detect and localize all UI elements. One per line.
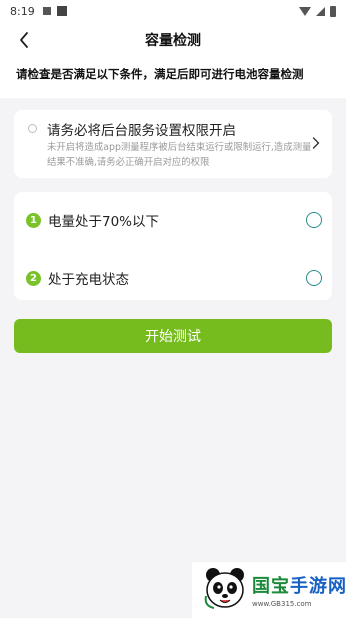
back-button[interactable] xyxy=(14,30,34,50)
permission-title: 请务必将后台服务设置权限开启 xyxy=(47,123,236,139)
condition-number-badge: 1 xyxy=(26,212,41,228)
watermark-logo: 国宝手游网 www.GB315.com xyxy=(192,562,346,618)
permission-card[interactable]: 请务必将后台服务设置权限开启 未开启将造成app测量程序被后台结束运行或限制运行… xyxy=(14,110,332,178)
wifi-icon xyxy=(299,6,311,16)
notification-icon-2 xyxy=(56,6,67,16)
watermark-url: www.GB315.com xyxy=(252,600,312,608)
start-test-button[interactable]: 开始测试 xyxy=(14,319,332,353)
status-time: 8:19 xyxy=(10,4,35,18)
signal-icon xyxy=(316,6,325,16)
battery-icon xyxy=(330,5,336,17)
notice-text: 请检查是否满足以下条件，满足后即可进行电池容量检测 xyxy=(16,67,304,81)
chevron-right-icon xyxy=(312,137,320,149)
watermark-title-a: 国宝 xyxy=(252,576,290,597)
watermark-title: 国宝手游网 xyxy=(252,572,346,598)
watermark-text: 国宝手游网 www.GB315.com xyxy=(252,572,346,608)
permission-description: 未开启将造成app测量程序被后台结束运行或限制运行,造成测量结果不准确,请务必正… xyxy=(47,142,312,168)
condition-row: 2 处于充电状态 xyxy=(14,258,332,298)
notification-icon xyxy=(42,7,51,15)
page-title: 容量检测 xyxy=(145,33,201,49)
condition-number-badge: 2 xyxy=(26,270,41,286)
panda-icon xyxy=(204,568,244,609)
watermark-title-b: 手游网 xyxy=(290,576,346,597)
notice-banner: 请检查是否满足以下条件，满足后即可进行电池容量检测 xyxy=(0,58,346,98)
condition-check-circle[interactable] xyxy=(306,212,322,228)
app-header: 容量检测 xyxy=(0,22,346,58)
condition-label: 处于充电状态 xyxy=(48,272,129,288)
condition-label: 电量处于70%以下 xyxy=(48,214,160,230)
status-bar: 8:19 xyxy=(0,0,346,22)
conditions-card: 1 电量处于70%以下 2 处于充电状态 xyxy=(14,192,332,300)
radio-icon xyxy=(28,124,37,133)
condition-check-circle[interactable] xyxy=(306,270,322,286)
chevron-left-icon xyxy=(20,32,28,48)
condition-row: 1 电量处于70%以下 xyxy=(14,200,332,240)
